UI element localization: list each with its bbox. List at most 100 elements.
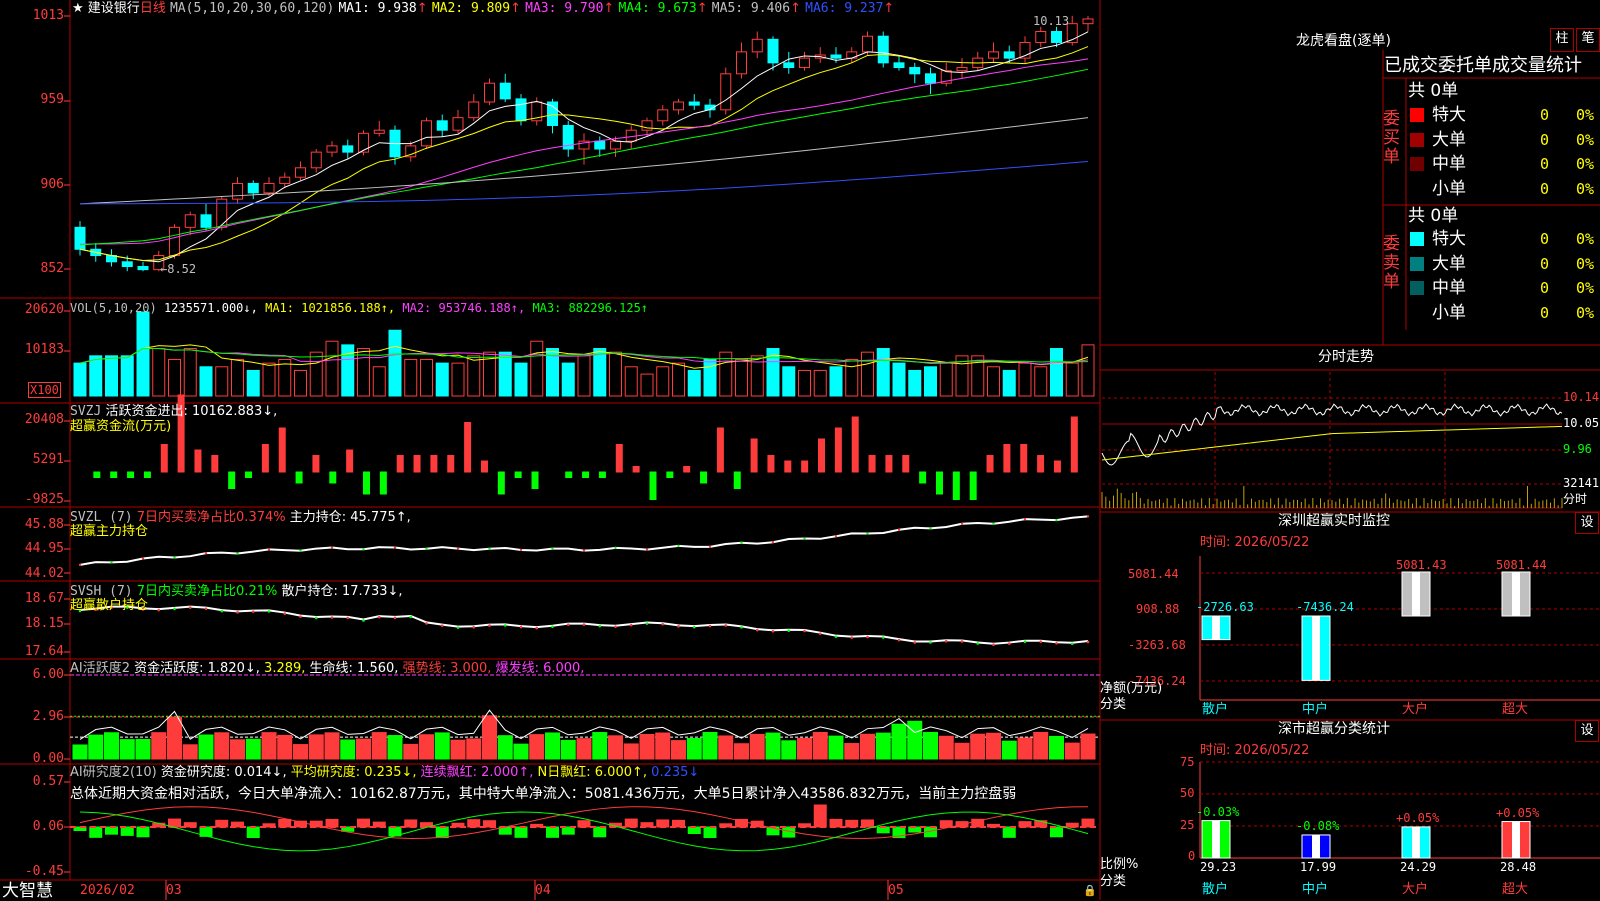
ai1-axis-top: 6.00 [0, 668, 64, 682]
svzl-dot [866, 532, 868, 534]
ai1-bar-red [1065, 743, 1079, 759]
svzl-dot [331, 546, 333, 548]
ai1-bar-green [105, 733, 119, 759]
sz-monitor-axis-0: 5081.44 [1128, 567, 1179, 581]
svsh-dot [1055, 642, 1058, 645]
svsh-label: SVSH (7) [70, 584, 133, 599]
ai1-bar-green [1050, 736, 1064, 759]
svzj-bar-neg [667, 472, 673, 478]
ai1-bar-red [624, 744, 638, 759]
intraday-avg-line [1102, 426, 1562, 460]
svsh-dot [976, 642, 979, 645]
ai1-bar-red [309, 735, 323, 759]
vol-bar-up [216, 367, 228, 396]
longhu-pct-buy-rows-1: 0% [1576, 129, 1594, 151]
svsh-dot [583, 623, 586, 626]
svsh-dot [772, 630, 775, 633]
vol-bar-down [515, 363, 527, 396]
svsh-dot [677, 625, 680, 628]
candle-up [752, 39, 762, 52]
vol-bar-up [468, 356, 480, 396]
intraday-title: 分时走势 [1318, 350, 1374, 364]
svzj-sub: 超赢资金流(万元) [70, 420, 171, 434]
sz-monitor-settings-button[interactable]: 设 [1575, 512, 1599, 534]
svzl-dot [740, 542, 742, 544]
vol-bar-down [436, 363, 448, 396]
sz-class-settings-button[interactable]: 设 [1575, 720, 1599, 742]
longhu-swatch-buy-rows-2 [1410, 157, 1424, 171]
svzj-bar-pos [1004, 445, 1010, 473]
longhu-val-buy-rows-1: 0 [1540, 129, 1549, 151]
candle-up [611, 141, 621, 149]
svsh-dot [929, 641, 932, 644]
ai2-legend: AI研究度2(10) 资金研究度: 0.014↓, 平均研究度: 0.235↓,… [70, 766, 699, 780]
vol-ma1: MA1: 1021856.188↑, [265, 301, 395, 315]
ai1-bar-red [357, 739, 371, 759]
svzj-bar-pos [313, 456, 319, 473]
ai1-bar-red [735, 744, 749, 759]
vol-bar-up [862, 352, 874, 396]
svsh-dot [409, 616, 412, 619]
ai1-bar-green [388, 736, 402, 759]
svsh-dot [268, 610, 271, 613]
vol-unit-badge[interactable]: X100 [28, 382, 61, 398]
svsh-axis-bot: 17.64 [0, 645, 64, 659]
svzj-bar-pos [717, 428, 723, 472]
ai1-bar-red [262, 733, 276, 759]
svsh-dot [504, 624, 507, 627]
candle-up [233, 183, 243, 199]
vol-bar-down [90, 356, 102, 396]
ai2-cont-red: 连续飘红: 2.000↑, [421, 765, 534, 780]
svsh-dot [803, 630, 806, 633]
longhu-val-sell-rows-0: 0 [1540, 228, 1549, 250]
svzl-legend: SVZL (7) 7日内买卖净占比0.374% 主力持仓: 45.775↑, [70, 511, 411, 525]
svzj-bar-pos [751, 439, 757, 472]
sz-cls-bar-hl [1412, 827, 1420, 858]
sz-cls-chg-0: -0.03% [1196, 805, 1239, 819]
svsh-dot [866, 636, 869, 639]
svsh-dot [898, 639, 901, 642]
sz-class-axis-0: 75 [1180, 755, 1194, 769]
sz-cls-bar-hl [1312, 835, 1320, 858]
svsh-dot [1024, 640, 1027, 643]
svsh-dot [835, 635, 838, 638]
ai1-bar-red [372, 733, 386, 759]
vol-bar-up [310, 352, 322, 396]
svzj-bar-pos [616, 445, 622, 473]
vol-bar-up [358, 349, 370, 396]
sz-monitor-axis-1: 908.88 [1136, 602, 1179, 616]
star-icon[interactable]: ★ [72, 1, 84, 16]
ai2-bar-red [405, 820, 417, 827]
vol-bar-up [673, 363, 685, 396]
tick-mode-button[interactable]: 笔 [1576, 28, 1600, 52]
ai2-bar-red [862, 820, 874, 827]
bar-mode-button[interactable]: 柱 [1550, 28, 1574, 52]
vol-bar-up [657, 367, 669, 396]
sz-mon-cat-3: 超大 [1502, 703, 1528, 717]
candle-up [374, 130, 384, 133]
ai2-axis-top: 0.57 [0, 775, 64, 789]
candle-down [1052, 32, 1062, 43]
svsh-dot [945, 640, 948, 643]
ai2-axis-bot: -0.45 [0, 865, 64, 879]
ma2-value: MA2: 9.809 [432, 1, 510, 16]
svzj-bar-pos [1021, 445, 1027, 473]
svzj-bar-neg [599, 472, 605, 478]
sz-mon-bar-hl [1512, 572, 1520, 616]
brand-logo: 大智慧 [2, 882, 53, 900]
ma6-line [80, 162, 1088, 204]
longhu-swatch-sell-rows-3 [1410, 306, 1424, 320]
svzj-bar-neg [734, 472, 740, 489]
svsh-dot [315, 617, 318, 620]
svzl-sub: 超赢主力持仓 [70, 525, 148, 539]
longhu-tabs[interactable]: 已成交委托单成交量统计 [1384, 55, 1582, 77]
period-label[interactable]: 日线 [140, 1, 166, 16]
vol-bar-up [610, 352, 622, 396]
lock-icon[interactable]: 🔒 [1083, 884, 1097, 898]
intraday-foot: 分时 [1563, 492, 1587, 506]
buy-count: 共 0单 [1408, 80, 1458, 102]
vol-label: VOL(5,10,20) [70, 301, 157, 315]
vol-bar-up [1035, 367, 1047, 396]
ai1-bar-green [687, 738, 701, 759]
svzl-dot [835, 535, 837, 537]
